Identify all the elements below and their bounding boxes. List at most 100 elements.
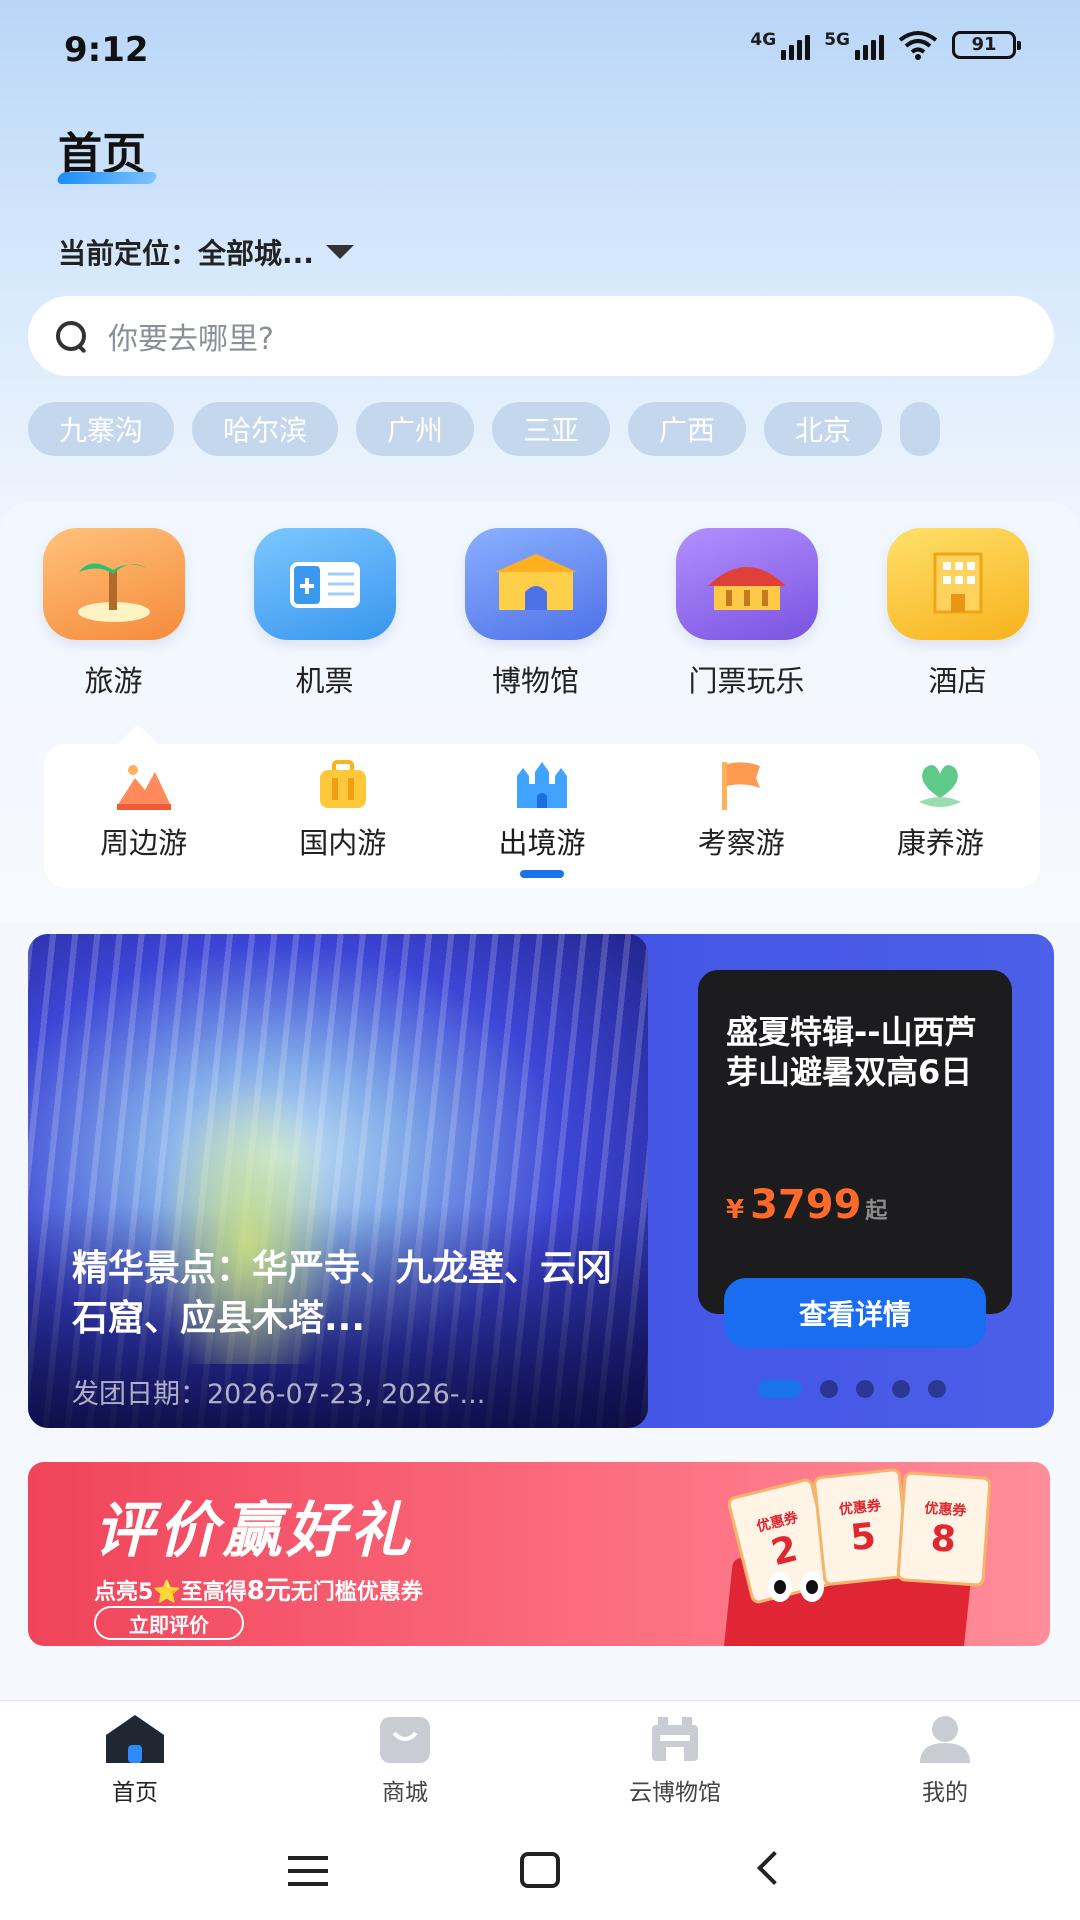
coupon-value: 8 [929, 1517, 958, 1561]
nav-label: 我的 [922, 1780, 968, 1806]
featured-carousel[interactable]: 精华景点：华严寺、九龙壁、云冈石窟、应县木塔... 发团日期：2026-07-2… [28, 934, 1054, 1428]
coupon-label: 优惠券 [838, 1497, 882, 1518]
cloud-museum-icon [652, 1717, 698, 1761]
photo-title: 精华景点：华严寺、九龙壁、云冈石窟、应县木塔... [72, 1248, 613, 1339]
status-bar: 9:12 4G 5G 91 [0, 0, 1080, 100]
category-grid: 旅游 机票 博物馆 门票玩乐 酒店 [0, 528, 1080, 700]
page-dot[interactable] [928, 1380, 946, 1398]
palace-icon [675, 528, 818, 640]
page-dot-active[interactable] [758, 1380, 802, 1398]
status-icons: 4G 5G 91 [750, 30, 1021, 60]
chip-destination[interactable]: 九寨沟 [28, 402, 174, 456]
category-label: 酒店 [928, 664, 987, 698]
promo-subtitle-suffix: 无门槛优惠券 [290, 1580, 423, 1605]
nav-profile[interactable]: 我的 [810, 1701, 1080, 1816]
chip-destination[interactable]: 北京 [764, 402, 882, 456]
cave-photo[interactable]: 精华景点：华严寺、九龙壁、云冈石窟、应县木塔... 发团日期：2026-07-2… [28, 934, 648, 1428]
location-selector[interactable]: 当前定位：全部城... [58, 232, 354, 272]
coupon-value: 5 [848, 1515, 878, 1559]
palm-island-icon [42, 528, 185, 640]
review-now-button[interactable]: 立即评价 [94, 1606, 244, 1640]
tab-nearby-travel[interactable]: 周边游 [44, 744, 243, 888]
back-icon[interactable] [757, 1851, 791, 1885]
tab-inspection-travel[interactable]: 考察游 [642, 744, 841, 888]
promo-amount: 8元 [246, 1576, 291, 1606]
tab-label: 国内游 [299, 826, 387, 860]
page-dot[interactable] [856, 1380, 874, 1398]
search-input[interactable]: 你要去哪里? [108, 314, 274, 358]
price-currency: ¥ [726, 1195, 745, 1225]
nav-home[interactable]: 首页 [0, 1701, 270, 1816]
nav-label: 云博物馆 [629, 1780, 721, 1806]
tab-outbound-travel[interactable]: 出境游 [442, 744, 641, 888]
home-button-icon[interactable] [520, 1852, 560, 1888]
tab-domestic-travel[interactable]: 国内游 [243, 744, 442, 888]
ticket-plane-icon [253, 528, 396, 640]
network-type-label: 4G [750, 30, 777, 50]
chip-destination[interactable]: 三亚 [492, 402, 610, 456]
product-title: 盛夏特辑--山西芦芽山避暑双高6日 [726, 1013, 977, 1091]
review-promo-banner[interactable]: 评价赢好礼 点亮5⭐至高得8元无门槛优惠券 立即评价 优惠券 2 优惠券 5 优惠券… [28, 1462, 1050, 1646]
product-price: ¥ 3799 起 [726, 1182, 887, 1228]
chip-destination[interactable]: 哈尔滨 [192, 402, 338, 456]
promo-title: 评价赢好礼 [94, 1496, 414, 1566]
search-bar[interactable]: 你要去哪里? [28, 296, 1054, 376]
battery-icon: 91 [952, 31, 1021, 59]
promo-subtitle: 点亮5⭐至高得8元无门槛优惠券 [94, 1570, 423, 1607]
status-time: 9:12 [64, 30, 149, 70]
chip-destination[interactable]: 广西 [628, 402, 746, 456]
coupon-illustration: 优惠券 8 [896, 1471, 992, 1587]
museum-gate-icon [464, 528, 607, 640]
shop-bag-icon [380, 1717, 430, 1763]
system-navigation-bar [0, 1816, 1080, 1920]
category-label: 博物馆 [491, 664, 579, 698]
hotel-building-icon [886, 528, 1029, 640]
nav-cloud-museum[interactable]: 云博物馆 [540, 1701, 810, 1816]
page-dot[interactable] [820, 1380, 838, 1398]
active-tab-indicator [520, 870, 564, 878]
nav-label: 商城 [382, 1780, 428, 1806]
profile-icon [920, 1716, 970, 1763]
view-details-button[interactable]: 查看详情 [724, 1278, 986, 1348]
caret-down-icon [325, 245, 354, 259]
category-museum[interactable]: 博物馆 [430, 528, 641, 700]
category-flights[interactable]: 机票 [219, 528, 430, 700]
title-underline [55, 172, 159, 184]
carousel-pagination [758, 1380, 946, 1398]
mascot-eyes [768, 1572, 848, 1616]
location-label: 当前定位：全部城... [58, 237, 314, 270]
category-label: 机票 [295, 664, 354, 698]
wifi-icon [898, 31, 938, 60]
network-type-label: 5G [824, 30, 850, 50]
mountain-icon [116, 765, 171, 810]
coupon-label: 优惠券 [923, 1500, 967, 1519]
flag-icon [722, 762, 761, 810]
home-icon [106, 1715, 164, 1763]
chip-destination-partial[interactable] [900, 402, 940, 456]
chip-destination[interactable]: 广州 [356, 402, 474, 456]
bottom-navigation: 首页 商城 云博物馆 我的 [0, 1700, 1080, 1816]
tab-label: 出境游 [498, 826, 586, 860]
product-card[interactable]: 盛夏特辑--山西芦芽山避暑双高6日 ¥ 3799 起 [698, 970, 1012, 1314]
suitcase-icon [319, 760, 366, 808]
leaf-heart-icon [919, 765, 962, 807]
category-travel[interactable]: 旅游 [8, 528, 219, 700]
tab-wellness-travel[interactable]: 康养游 [841, 744, 1040, 888]
page-dot[interactable] [892, 1380, 910, 1398]
recent-apps-icon[interactable] [288, 1856, 328, 1886]
hot-destination-chips: 九寨沟 哈尔滨 广州 三亚 广西 北京 [28, 402, 1080, 456]
category-label: 门票玩乐 [688, 664, 805, 698]
promo-subtitle-prefix: 点亮5⭐至高得 [94, 1580, 247, 1605]
castle-icon [517, 762, 567, 808]
category-tickets[interactable]: 门票玩乐 [641, 528, 852, 700]
departure-date: 发团日期：2026-07-23, 2026-... [72, 1379, 486, 1410]
coupon-value: 2 [767, 1527, 802, 1574]
price-value: 3799 [750, 1182, 862, 1228]
signal-5g-icon: 5G [824, 30, 884, 60]
tab-label: 考察游 [697, 826, 785, 860]
signal-4g-icon: 4G [750, 30, 811, 60]
travel-type-tabs: 周边游 国内游 出境游 考察游 康养游 [44, 744, 1040, 888]
nav-shop[interactable]: 商城 [270, 1701, 540, 1816]
category-hotel[interactable]: 酒店 [852, 528, 1063, 700]
tab-label: 康养游 [896, 826, 984, 860]
